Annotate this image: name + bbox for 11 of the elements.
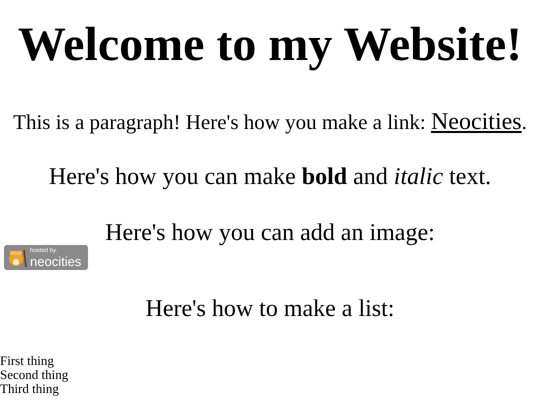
- list-item: First thing: [0, 354, 54, 368]
- list-paragraph: Here's how to make a list:: [146, 295, 394, 323]
- list-item: Third thing: [0, 382, 59, 396]
- neocities-link[interactable]: Neocities: [430, 109, 522, 135]
- intro-paragraph: This is a paragraph! Here's how you make a link: Neocities.: [13, 108, 527, 137]
- badge-logo-text: neocities: [30, 254, 82, 268]
- list-item: Second thing: [0, 368, 68, 382]
- image-paragraph: Here's how you can add an image:: [105, 219, 435, 247]
- cat-icon: [6, 246, 28, 268]
- formatting-paragraph: Here's how you can make bold and italic text.: [48, 163, 492, 191]
- page-heading: Welcome to my Website!: [18, 17, 522, 73]
